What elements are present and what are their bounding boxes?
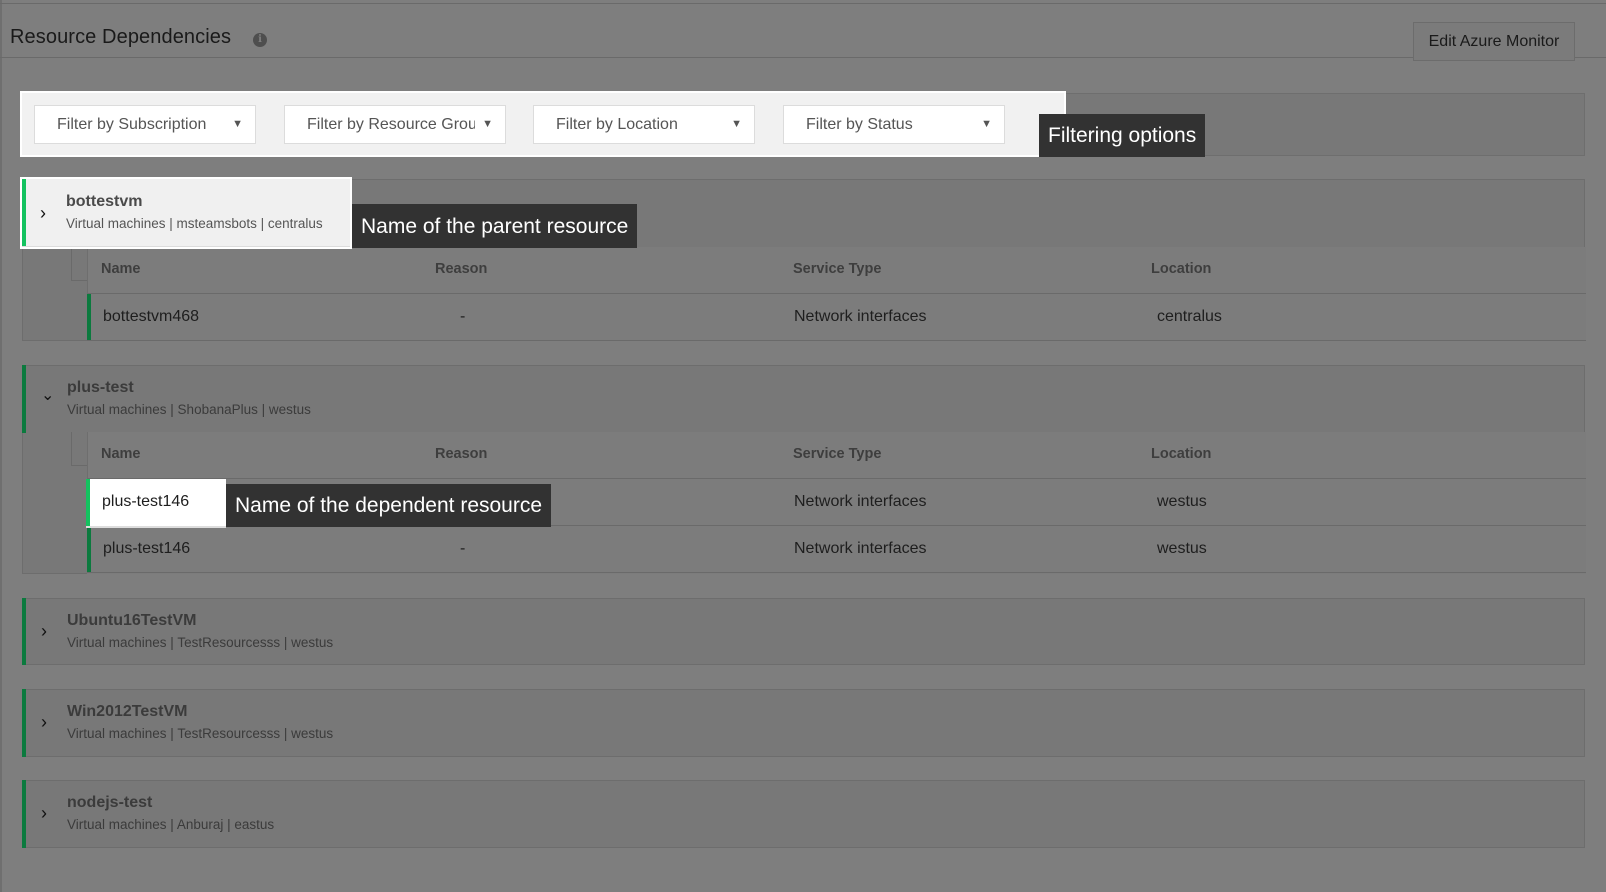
status-bar xyxy=(87,294,91,340)
cell-reason: - xyxy=(460,308,466,325)
filter-status-label: Filter by Status xyxy=(806,116,913,133)
status-bar xyxy=(87,526,91,572)
filter-resource-group-label: Filter by Resource Grou xyxy=(307,116,475,133)
group-name: nodejs-test xyxy=(67,794,153,811)
resource-group-win2012testvm: › Win2012TestVM Virtual machines | TestR… xyxy=(22,689,1585,757)
column-header-service-type: Service Type xyxy=(793,446,882,462)
resource-group-nodejs-test: › nodejs-test Virtual machines | Anburaj… xyxy=(22,780,1585,848)
filter-subscription-label: Filter by Subscription xyxy=(57,116,207,133)
group-header[interactable]: › nodejs-test Virtual machines | Anburaj… xyxy=(23,781,1584,847)
table-header: Name Reason Service Type Location xyxy=(87,432,1586,479)
cell-name: plus-test146 xyxy=(102,493,190,510)
cell-reason: - xyxy=(460,540,466,557)
group-meta: Virtual machines | Anburaj | eastus xyxy=(67,817,275,832)
table-row[interactable]: plus-test146 - Network interfaces westus xyxy=(87,526,1586,573)
page-title: Resource Dependencies xyxy=(10,26,232,48)
highlighted-dependent-resource[interactable]: plus-test146 xyxy=(86,479,226,528)
group-meta: Virtual machines | TestResourcesss | wes… xyxy=(67,726,334,741)
group-meta: Virtual machines | ShobanaPlus | westus xyxy=(67,402,311,417)
group-header[interactable]: ⌄ plus-test Virtual machines | ShobanaPl… xyxy=(23,366,1584,432)
cell-name: plus-test146 xyxy=(103,540,191,557)
table-row[interactable]: bottestvm468 - Network interfaces centra… xyxy=(87,294,1586,341)
table-header: Name Reason Service Type Location xyxy=(87,247,1586,294)
highlighted-parent-resource[interactable]: › bottestvm Virtual machines | msteamsbo… xyxy=(20,177,352,249)
filter-location-select[interactable]: Filter by Location ▼ xyxy=(533,105,755,144)
group-name: Ubuntu16TestVM xyxy=(67,612,197,629)
dropdown-caret-icon: ▼ xyxy=(981,118,992,130)
column-header-reason: Reason xyxy=(435,261,488,277)
cell-service-type: Network interfaces xyxy=(794,493,927,510)
dropdown-caret-icon: ▼ xyxy=(731,118,742,130)
page-header: Resource Dependencies i Edit Azure Monit… xyxy=(0,4,1606,61)
filter-resource-group-select[interactable]: Filter by Resource Grou ▼ xyxy=(284,105,506,144)
group-header[interactable]: › Ubuntu16TestVM Virtual machines | Test… xyxy=(23,599,1584,665)
group-name: plus-test xyxy=(67,379,134,396)
chevron-right-icon[interactable]: › xyxy=(41,622,55,640)
info-icon[interactable]: i xyxy=(253,33,267,47)
column-header-location: Location xyxy=(1151,261,1212,277)
callout-filtering-options: Filtering options xyxy=(1039,114,1206,157)
dropdown-caret-icon: ▼ xyxy=(482,118,493,130)
status-bar xyxy=(86,479,90,526)
column-header-location: Location xyxy=(1151,446,1212,462)
chevron-down-icon[interactable]: ⌄ xyxy=(41,388,55,404)
column-header-name: Name xyxy=(101,446,141,462)
group-name: bottestvm xyxy=(66,193,143,210)
column-header-service-type: Service Type xyxy=(793,261,882,277)
dropdown-caret-icon: ▼ xyxy=(232,118,243,130)
group-header[interactable]: › Win2012TestVM Virtual machines | TestR… xyxy=(23,690,1584,756)
group-meta: Virtual machines | msteamsbots | central… xyxy=(66,216,323,231)
filter-status-select[interactable]: Filter by Status ▼ xyxy=(783,105,1005,144)
cell-service-type: Network interfaces xyxy=(794,308,927,325)
callout-parent-resource: Name of the parent resource xyxy=(352,204,638,248)
status-bar xyxy=(22,179,26,246)
callout-dependent-resource: Name of the dependent resource xyxy=(226,484,552,527)
filter-bar: Filter by Subscription ▼ Filter by Resou… xyxy=(20,91,1066,157)
edit-azure-monitor-button[interactable]: Edit Azure Monitor xyxy=(1413,22,1575,61)
dependency-table: Name Reason Service Type Location bottes… xyxy=(87,247,1586,341)
resource-group-ubuntu16testvm: › Ubuntu16TestVM Virtual machines | Test… xyxy=(22,598,1585,665)
table-corner xyxy=(71,247,88,281)
group-name: Win2012TestVM xyxy=(67,703,188,720)
chevron-right-icon[interactable]: › xyxy=(40,204,54,222)
table-corner xyxy=(71,432,88,466)
filter-subscription-select[interactable]: Filter by Subscription ▼ xyxy=(34,105,256,144)
cell-location: westus xyxy=(1157,540,1207,557)
cell-location: centralus xyxy=(1157,308,1222,325)
cell-location: westus xyxy=(1157,493,1207,510)
cell-name: bottestvm468 xyxy=(103,308,200,325)
group-meta: Virtual machines | TestResourcesss | wes… xyxy=(67,635,334,650)
cell-service-type: Network interfaces xyxy=(794,540,927,557)
column-header-name: Name xyxy=(101,261,141,277)
chevron-right-icon[interactable]: › xyxy=(41,713,55,731)
filter-location-label: Filter by Location xyxy=(556,116,678,133)
resource-group-plus-test: ⌄ plus-test Virtual machines | ShobanaPl… xyxy=(22,365,1586,574)
column-header-reason: Reason xyxy=(435,446,488,462)
chevron-right-icon[interactable]: › xyxy=(41,804,55,822)
